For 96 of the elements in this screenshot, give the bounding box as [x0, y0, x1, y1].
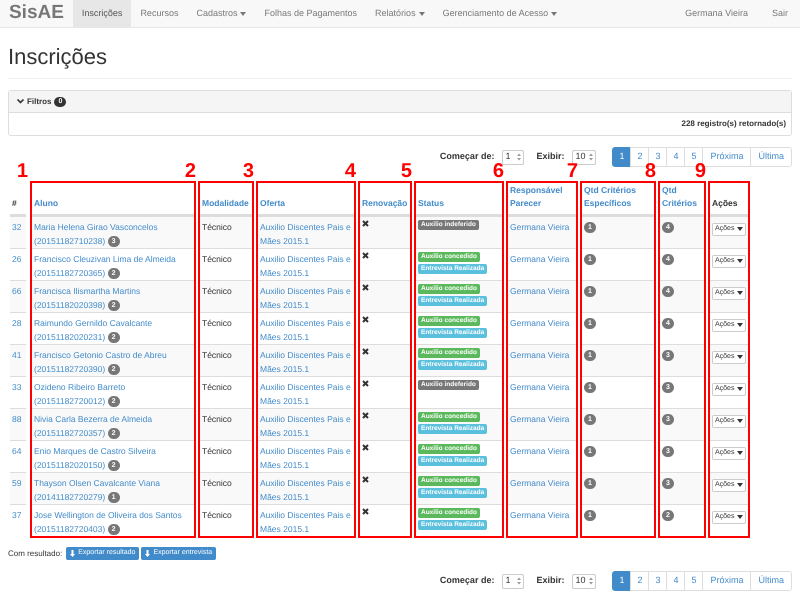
column-header[interactable]: Status [418, 197, 444, 210]
caret-icon [551, 12, 558, 16]
offer-link[interactable]: Auxilio Discentes Pais e Mães 2015.1 [260, 252, 352, 280]
id-link[interactable]: 37 [12, 510, 22, 520]
page-title: Inscrições [8, 43, 108, 71]
modality-text: Técnico [202, 222, 232, 232]
show-field[interactable]: 10 [572, 150, 596, 164]
caret-icon [737, 419, 744, 423]
page-link[interactable]: 2 [630, 571, 650, 591]
page-link[interactable]: 3 [648, 571, 668, 591]
id-link[interactable]: 32 [12, 222, 22, 232]
nav-item[interactable]: Relatórios [366, 0, 434, 28]
nav-item[interactable]: Recursos [131, 0, 188, 28]
modality-text: Técnico [202, 318, 232, 328]
offer-link[interactable]: Auxilio Discentes Pais e Mães 2015.1 [260, 316, 352, 344]
offer-link[interactable]: Auxilio Discentes Pais e Mães 2015.1 [260, 380, 352, 408]
page-link[interactable]: 5 [684, 571, 704, 591]
id-link[interactable]: 64 [12, 446, 22, 456]
id-link[interactable]: 41 [12, 350, 22, 360]
caret-icon [737, 483, 744, 487]
id-link[interactable]: 26 [12, 254, 22, 264]
annotation-number: 5 [400, 161, 412, 181]
nav-item[interactable]: Gerenciamento de Acesso [434, 0, 566, 28]
annotation-number: 1 [16, 161, 28, 181]
show-label: Exibir: [536, 574, 564, 588]
modality-text: Técnico [202, 350, 232, 360]
page-link[interactable]: 1 [612, 147, 632, 167]
modality-text: Técnico [202, 478, 232, 488]
nav-item[interactable]: Inscrições [72, 0, 132, 28]
spinner-icon[interactable] [589, 153, 594, 161]
caret-icon [240, 12, 246, 16]
caret-icon [737, 259, 744, 263]
start-field[interactable]: 1 [502, 150, 524, 164]
caret-icon [737, 451, 744, 455]
reviewer-link[interactable]: Germana Vieira [510, 510, 570, 520]
nav-link[interactable]: Germana Vieira [673, 6, 760, 20]
reviewer-link[interactable]: Germana Vieira [510, 446, 570, 456]
caret-icon [737, 515, 744, 519]
spinner-icon[interactable] [517, 577, 522, 585]
column-header: # [12, 197, 17, 210]
caret-icon [737, 323, 744, 327]
next-link[interactable]: Próxima [702, 571, 752, 591]
page-link[interactable]: 1 [612, 571, 632, 591]
modality-text: Técnico [202, 510, 232, 520]
id-link[interactable]: 88 [12, 414, 22, 424]
id-link[interactable]: 66 [12, 286, 22, 296]
brand-link[interactable]: SisAE [0, 0, 73, 28]
records-count: 228 registro(s) retornado(s) [682, 118, 786, 130]
nav-item[interactable]: Cadastros [187, 0, 256, 28]
modality-text: Técnico [202, 382, 232, 392]
nav-item[interactable]: Folhas de Pagamentos [255, 0, 366, 28]
start-field[interactable]: 1 [502, 574, 524, 588]
modality-text: Técnico [202, 446, 232, 456]
start-label: Começar de: [440, 574, 494, 588]
annotation-number: 3 [242, 161, 254, 181]
annotation-number: 6 [492, 161, 504, 181]
reviewer-link[interactable]: Germana Vieira [510, 254, 570, 264]
caret-icon [737, 355, 744, 359]
column-header: Ações [712, 197, 738, 210]
id-link[interactable]: 59 [12, 478, 22, 488]
download-icon [145, 550, 150, 557]
export-label: Com resultado: [8, 548, 62, 560]
reviewer-link[interactable]: Germana Vieira [510, 382, 570, 392]
column-header[interactable]: Responsável Parecer [510, 184, 574, 210]
show-field[interactable]: 10 [572, 574, 596, 588]
column-header[interactable]: Modalidade [202, 197, 249, 210]
column-header[interactable]: Aluno [34, 197, 58, 210]
modality-text: Técnico [202, 414, 232, 424]
modality-text: Técnico [202, 286, 232, 296]
caret-icon [418, 12, 425, 16]
annotation-number: 2 [184, 161, 196, 181]
page-link[interactable]: 4 [666, 571, 686, 591]
caret-icon [737, 227, 744, 231]
reviewer-link[interactable]: Germana Vieira [510, 318, 570, 328]
last-link[interactable]: Última [750, 147, 792, 167]
caret-icon [737, 387, 744, 391]
page-link[interactable]: 4 [666, 147, 686, 167]
column-header[interactable]: Qtd Critérios [662, 184, 702, 210]
nav-link[interactable]: Sair [760, 6, 800, 20]
caret-icon [737, 291, 744, 295]
column-header[interactable]: Qtd Critérios Específicos [584, 184, 652, 210]
column-header[interactable]: Renovação [362, 197, 408, 210]
last-link[interactable]: Última [750, 571, 792, 591]
id-link[interactable]: 28 [12, 318, 22, 328]
id-link[interactable]: 33 [12, 382, 22, 392]
filters-label: Filtros [27, 96, 52, 108]
offer-link[interactable]: Auxilio Discentes Pais e Mães 2015.1 [260, 508, 352, 536]
show-label: Exibir: [536, 150, 564, 164]
column-header[interactable]: Oferta [260, 197, 286, 210]
annotation-number: 4 [344, 161, 356, 181]
start-label: Começar de: [440, 150, 494, 163]
modality-text: Técnico [202, 254, 232, 264]
offer-link[interactable]: Auxilio Discentes Pais e Mães 2015.1 [260, 444, 352, 472]
spinner-icon[interactable] [589, 577, 594, 585]
spinner-icon[interactable] [517, 153, 522, 161]
download-icon [70, 550, 76, 557]
